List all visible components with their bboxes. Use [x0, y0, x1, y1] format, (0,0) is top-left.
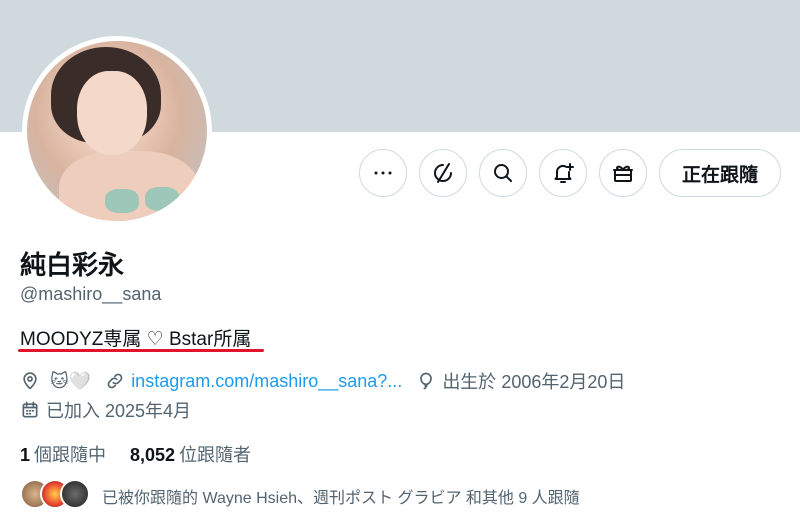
display-name: 純白彩永 [20, 250, 125, 280]
birthday-item: 出生於 2006年2月20日 [416, 368, 625, 394]
username: @mashiro__sana [20, 284, 162, 304]
followers-you-know-text: 已被你跟隨的 Wayne Hsieh、週刊ポスト グラビア 和其他 9 人跟隨 [102, 490, 580, 507]
avatar [60, 479, 90, 509]
joined-item: 已加入 2025年4月 [20, 397, 191, 423]
profile-meta-row-2: 已加入 2025年4月 [20, 397, 205, 423]
followers-label: 位跟隨者 [179, 445, 252, 465]
more-icon [374, 171, 392, 175]
profile-link[interactable]: instagram.com/mashiro__sana?... [131, 371, 402, 392]
more-button[interactable] [359, 149, 407, 197]
location-emoji: 🐱🤍 [50, 370, 92, 391]
followers-you-know[interactable]: 已被你跟隨的 Wayne Hsieh、週刊ポスト グラビア 和其他 9 人跟隨 [20, 479, 580, 513]
followers-count-link[interactable]: 8,052 位跟隨者 [130, 441, 251, 467]
grok-button[interactable] [419, 149, 467, 197]
birthday-text: 出生於 2006年2月20日 [442, 372, 626, 392]
search-button[interactable] [479, 149, 527, 197]
profile-actions: 正在跟隨 [359, 149, 782, 197]
profile-avatar[interactable] [22, 36, 212, 226]
profile-meta-row-1: 🐱🤍 instagram.com/mashiro__sana?... 出生於 2… [20, 368, 639, 394]
link-item[interactable]: instagram.com/mashiro__sana?... [105, 371, 402, 392]
bio-underline [18, 349, 264, 352]
gift-icon [613, 165, 633, 182]
avatar-image [27, 41, 207, 221]
mutual-avatars [20, 479, 96, 513]
calendar-icon [22, 401, 38, 418]
follow-counts: 1 個跟隨中 8,052 位跟隨者 [20, 441, 251, 467]
link-icon [107, 373, 123, 389]
following-count-link[interactable]: 1 個跟隨中 [20, 441, 106, 467]
gift-button[interactable] [599, 149, 647, 197]
search-icon [494, 164, 512, 182]
location-item: 🐱🤍 [20, 371, 91, 392]
grok-icon [434, 163, 452, 183]
balloon-icon [420, 372, 433, 390]
joined-text: 已加入 2025年4月 [46, 401, 192, 421]
following-button[interactable]: 正在跟隨 [659, 149, 782, 197]
following-count: 1 [20, 445, 31, 465]
location-icon [23, 372, 37, 390]
bio-text: MOODYZ専属 ♡ Bstar所属 [20, 329, 252, 350]
followers-count: 8,052 [130, 445, 176, 465]
following-label: 個跟隨中 [34, 445, 107, 465]
notifications-button[interactable] [539, 149, 587, 197]
notification-add-icon [554, 163, 574, 183]
